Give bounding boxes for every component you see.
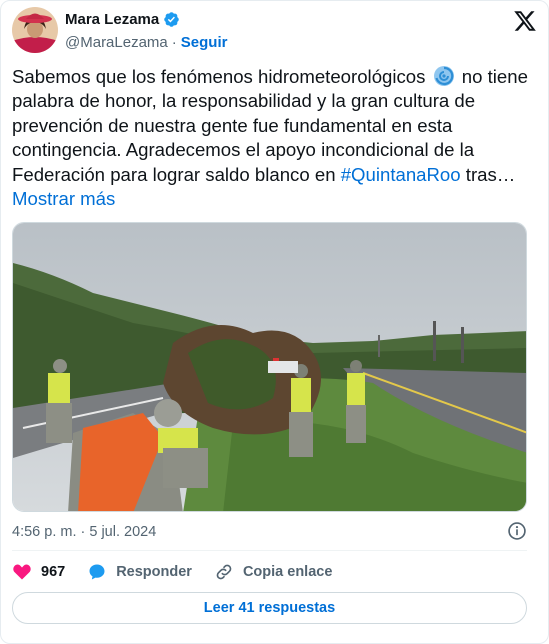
separator-dot: · — [171, 33, 177, 51]
tweet-card: Mara Lezama @MaraLezama · Seguir Sabemos… — [0, 0, 549, 644]
verified-badge-icon — [163, 11, 180, 28]
link-icon — [216, 564, 232, 580]
tweet-text-part-1: Sabemos que los fenómenos hidrometeoroló… — [12, 66, 426, 87]
read-replies-button[interactable]: Leer 41 respuestas — [12, 592, 527, 624]
tweet-text: Sabemos que los fenómenos hidrometeoroló… — [12, 65, 532, 211]
reply-button[interactable]: Responder — [87, 562, 192, 582]
divider — [12, 550, 527, 551]
heart-icon — [13, 564, 31, 580]
follow-button[interactable]: Seguir — [181, 34, 228, 51]
tweet-meta: 4:56 p. m. · 5 jul. 2024 — [12, 521, 527, 543]
x-logo-icon[interactable] — [513, 9, 537, 33]
author-handle[interactable]: @MaraLezama — [65, 34, 168, 51]
tweet-image[interactable] — [12, 222, 527, 512]
reply-label: Responder — [116, 564, 192, 580]
info-icon[interactable] — [507, 521, 527, 541]
timestamp[interactable]: 4:56 p. m. · 5 jul. 2024 — [12, 524, 156, 540]
author-name[interactable]: Mara Lezama — [65, 11, 159, 28]
tweet-header: Mara Lezama @MaraLezama · Seguir — [12, 7, 537, 55]
copy-link-label: Copia enlace — [242, 564, 333, 580]
tweet-text-part-3: tras… — [460, 163, 516, 185]
reply-bubble-icon — [89, 564, 105, 580]
show-more-link[interactable]: Mostrar más — [12, 188, 115, 209]
author-block: Mara Lezama @MaraLezama · Seguir — [65, 9, 227, 53]
action-bar: 967 Responder Copia enlace — [12, 559, 354, 585]
hashtag-link[interactable]: #QuintanaRoo — [341, 164, 461, 185]
avatar[interactable] — [12, 7, 58, 53]
copy-link-button[interactable]: Copia enlace — [214, 562, 332, 582]
cyclone-emoji-icon — [433, 65, 455, 87]
like-button[interactable]: 967 — [12, 562, 65, 582]
like-count: 967 — [41, 564, 66, 580]
